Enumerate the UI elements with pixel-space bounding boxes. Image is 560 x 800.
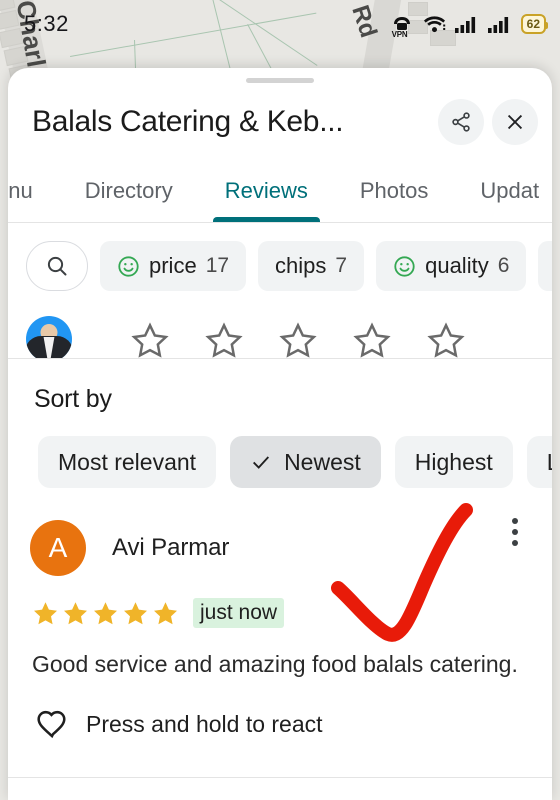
star-outline-icon[interactable] [278,321,318,360]
star-outline-icon[interactable] [204,321,244,360]
keyword-chip-count: 6 [497,254,510,277]
review-header: A Avi Parmar [8,488,552,576]
rate-place-row[interactable] [8,301,552,359]
review-rating-stars [32,600,179,627]
share-button[interactable] [438,99,484,145]
dot [512,529,518,535]
sheet-header: Balals Catering & Keb... [8,83,552,159]
star-filled-icon [64,601,87,624]
status-bar-clock: 5:32 [24,11,69,36]
sort-options-row: Most relevant Newest Highest Low [8,414,552,488]
tab-updates[interactable]: Updat [454,178,552,222]
place-details-sheet: Balals Catering & Keb... enu Directory R… [8,68,552,800]
star-outline-icon[interactable] [130,321,170,360]
signal-icon [454,16,475,33]
dot [512,540,518,546]
star-filled-icon [94,601,117,624]
status-bar: 5:32 VPN 62 [0,0,560,48]
tab-reviews[interactable]: Reviews [199,178,334,222]
tab-menu[interactable]: enu [8,178,59,222]
react-row[interactable]: Press and hold to react [8,679,552,741]
keyword-chip-price[interactable]: price 17 [100,241,247,291]
sort-by-heading: Sort by [34,385,112,413]
tab-photos[interactable]: Photos [334,178,455,222]
reviewer-name[interactable]: Avi Parmar [112,534,229,562]
tab-directory[interactable]: Directory [59,178,199,222]
keyword-chip-count: 7 [335,254,348,277]
keyword-chip-count: 17 [205,254,230,277]
check-icon [253,456,270,469]
review-overflow-menu-button[interactable] [506,512,524,552]
smiley-positive-icon [394,255,415,277]
share-icon [452,112,470,132]
search-icon [47,256,67,276]
star-filled-icon [154,601,177,624]
close-button[interactable] [492,99,538,145]
dot [512,518,518,524]
star-filled-icon [34,601,57,624]
star-outline-icon[interactable] [352,321,392,360]
keyword-chip-next[interactable] [538,241,552,291]
sort-chip-label: Newest [284,448,361,475]
sort-chip-lowest[interactable]: Low [526,436,552,488]
sort-chip-newest[interactable]: Newest [230,436,381,488]
review-meta: just now [8,576,552,628]
search-reviews-button[interactable] [26,241,88,291]
keyword-chip-quality[interactable]: quality 6 [376,241,527,291]
review-timestamp: just now [193,598,285,628]
keyword-chip-label: price [149,253,197,278]
keyword-chip-label: quality [425,253,489,278]
rate-stars[interactable] [130,321,466,360]
page-title: Balals Catering & Keb... [32,105,344,138]
keyword-chips-row: price 17 chips 7 quality 6 [8,223,552,307]
react-label: Press and hold to react [86,711,323,738]
signal-icon-2 [487,16,508,33]
tab-bar: enu Directory Reviews Photos Updat [8,159,552,223]
keyword-chip-chips[interactable]: chips 7 [258,241,365,291]
battery-indicator: 62 [520,14,549,34]
sort-chip-highest[interactable]: Highest [394,436,513,488]
avatar[interactable]: A [30,520,86,576]
sort-chip-label: Low [547,449,552,476]
status-bar-icons: VPN 62 [392,14,549,39]
divider [8,777,552,778]
wifi-icon [423,16,445,33]
smiley-positive-icon [118,255,139,277]
star-outline-icon[interactable] [426,321,466,360]
keyword-chip-label: chips [275,253,327,278]
heart-icon[interactable] [36,709,68,741]
avatar [26,315,72,358]
star-filled-icon [124,601,147,624]
sort-chip-label: Highest [414,448,493,475]
vpn-icon: VPN [392,16,414,39]
sort-chip-most-relevant[interactable]: Most relevant [38,436,217,488]
battery-level-label: 62 [526,17,540,31]
review-body-text: Good service and amazing food balals cat… [32,651,518,677]
close-icon [507,114,523,130]
sort-chip-label: Most relevant [58,448,197,475]
